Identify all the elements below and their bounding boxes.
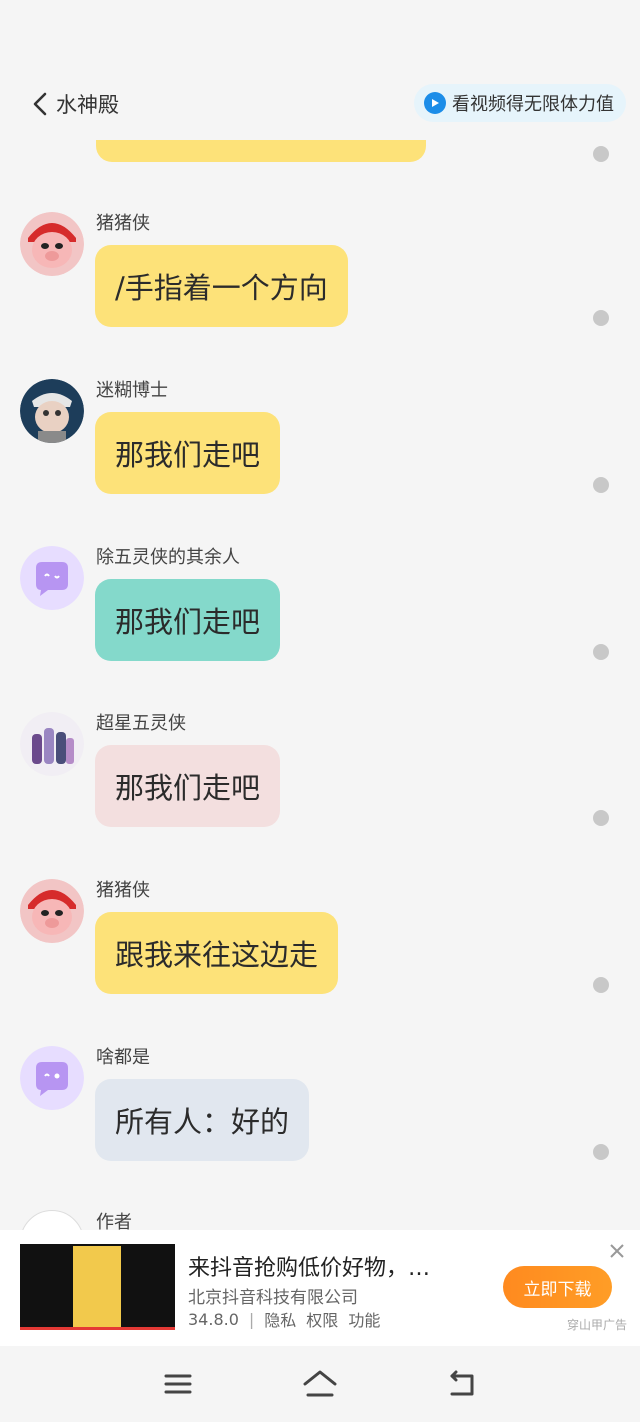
previous-message-bubble[interactable] [96, 140, 426, 162]
message-bubble[interactable]: 所有人：好的 [95, 1079, 310, 1161]
chat-message: 啥都是 所有人：好的 [0, 1046, 640, 1186]
reward-label: 看视频得无限体力值 [452, 94, 614, 115]
message-bubble[interactable]: /手指着一个方向 [95, 245, 348, 327]
chat-list[interactable]: 猪猪侠 /手指着一个方向 迷糊博士 那我们走吧 除五灵侠的其余人 那我们走吧 超… [0, 140, 640, 1230]
watch-video-reward-button[interactable]: 看视频得无限体力值 [414, 84, 626, 122]
chat-message: 迷糊博士 那我们走吧 [0, 379, 640, 519]
message-bubble[interactable]: 跟我来往这边走 [95, 912, 339, 994]
message-dot[interactable] [593, 310, 609, 326]
pig-hero-avatar[interactable] [20, 212, 84, 276]
system-navigation-bar [0, 1346, 640, 1422]
pig-hero-avatar[interactable] [20, 879, 84, 943]
chat-bubble-avatar[interactable] [20, 546, 84, 610]
sender-name: 超星五灵侠 [96, 713, 186, 734]
sender-name: 啥都是 [96, 1047, 150, 1068]
top-bar: 水神殿 看视频得无限体力值 [0, 0, 640, 140]
message-bubble[interactable]: 那我们走吧 [95, 745, 281, 827]
page-title: 水神殿 [56, 93, 119, 117]
sender-name: 迷糊博士 [96, 380, 168, 401]
play-icon [424, 92, 446, 114]
group-avatar[interactable] [20, 712, 84, 776]
sender-name: 除五灵侠的其余人 [96, 547, 240, 568]
ad-video-thumbnail[interactable] [20, 1244, 175, 1330]
message-dot[interactable] [593, 977, 609, 993]
ad-company: 北京抖音科技有限公司 [188, 1288, 358, 1308]
chat-message: 猪猪侠 跟我来往这边走 [0, 879, 640, 1019]
chat-message: 超星五灵侠 那我们走吧 [0, 712, 640, 852]
doctor-avatar[interactable] [20, 379, 84, 443]
back-icon[interactable] [444, 1366, 480, 1402]
message-dot[interactable] [593, 810, 609, 826]
ad-banner[interactable]: 来抖音抢购低价好物，… 北京抖音科技有限公司 34.8.0 | 隐私 权限 功能… [0, 1230, 640, 1346]
close-icon[interactable] [606, 1240, 628, 1262]
ad-meta: 34.8.0 | 隐私 权限 功能 [188, 1307, 380, 1331]
chat-bubble-avatar[interactable] [20, 1046, 84, 1110]
message-dot[interactable] [593, 644, 609, 660]
menu-icon[interactable] [160, 1366, 196, 1402]
ad-progress-bar [20, 1327, 175, 1330]
message-dot[interactable] [593, 1144, 609, 1160]
sender-name: 作者 [96, 1212, 132, 1230]
ad-permissions-link[interactable]: 权限 [306, 1307, 338, 1331]
ad-features-link[interactable]: 功能 [348, 1307, 380, 1331]
author-avatar[interactable] [20, 1210, 84, 1230]
ad-title[interactable]: 来抖音抢购低价好物，… [188, 1250, 430, 1282]
ad-poster-image [73, 1246, 121, 1328]
chat-message: 除五灵侠的其余人 那我们走吧 [0, 546, 640, 686]
ad-version: 34.8.0 [188, 1309, 239, 1329]
ad-privacy-link[interactable]: 隐私 [264, 1307, 296, 1331]
chat-message: 猪猪侠 /手指着一个方向 [0, 212, 640, 352]
download-button[interactable]: 立即下载 [503, 1266, 612, 1308]
message-bubble[interactable]: 那我们走吧 [95, 579, 281, 661]
sender-name: 猪猪侠 [96, 213, 150, 234]
message-dot[interactable] [593, 477, 609, 493]
sender-name: 猪猪侠 [96, 880, 150, 901]
chevron-left-icon [33, 92, 47, 116]
message-dot[interactable] [593, 146, 609, 162]
message-bubble[interactable]: 那我们走吧 [95, 412, 281, 494]
back-button[interactable]: 水神殿 [30, 84, 119, 124]
ad-source-label: 穿山甲广告 [567, 1318, 628, 1332]
home-icon[interactable] [302, 1366, 338, 1402]
divider: | [248, 1309, 255, 1329]
